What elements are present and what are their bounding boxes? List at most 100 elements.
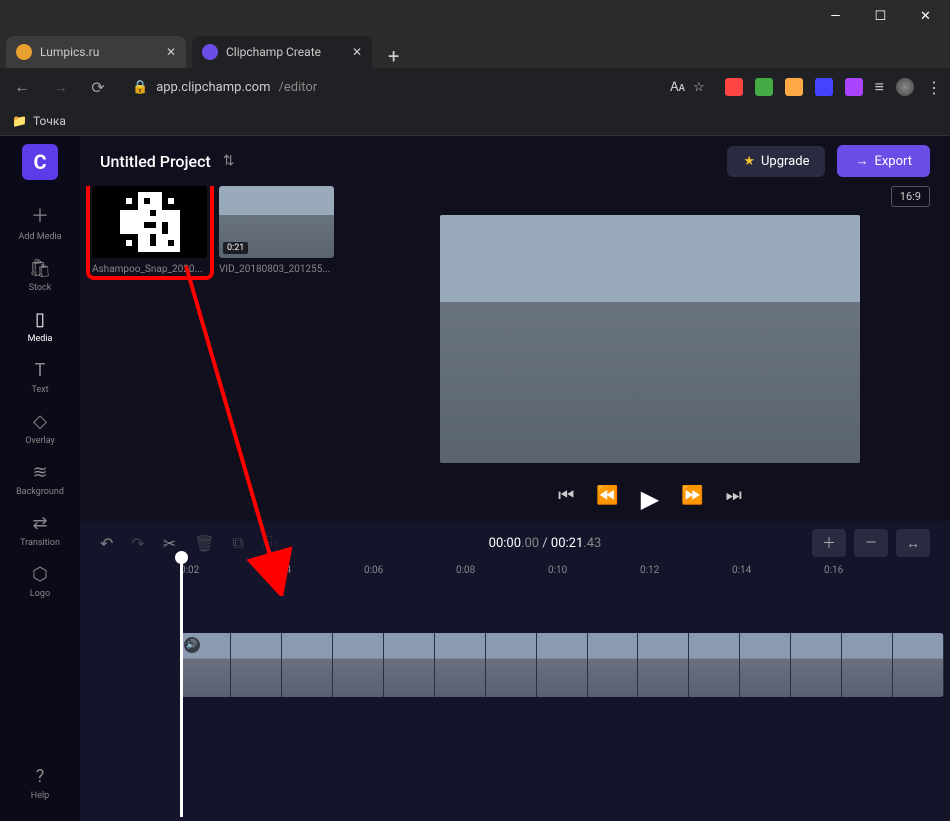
play-button[interactable]: ▶ xyxy=(641,485,659,513)
ruler-tick: 0:04 xyxy=(272,565,364,593)
new-tab-button[interactable]: + xyxy=(380,44,407,68)
shop-icon: 🛍 xyxy=(29,258,52,279)
sidebar-item-text[interactable]: TText xyxy=(5,352,75,403)
extension-icon[interactable] xyxy=(785,78,803,96)
delete-button[interactable]: 🗑 xyxy=(194,534,214,553)
undo-button[interactable]: ↶ xyxy=(100,534,113,553)
forward-button[interactable]: ⏩ xyxy=(681,485,703,513)
url-path: /editor xyxy=(279,80,318,95)
split-button[interactable]: ✂ xyxy=(163,534,176,553)
playback-controls: ⏮ ⏪ ▶ ⏩ ⏭ xyxy=(558,485,742,513)
file-icon: ▯ xyxy=(35,309,45,330)
video-track[interactable]: 🔊 xyxy=(180,633,944,697)
shield-icon: ⬡ xyxy=(32,564,48,585)
top-bar: Untitled Project ⇅ ★Upgrade →Export xyxy=(80,136,950,186)
url-input[interactable]: 🔒 app.clipchamp.com/editor 🗛 ☆ xyxy=(122,73,715,101)
sidebar-item-help[interactable]: ? Help xyxy=(5,758,75,809)
close-window-button[interactable]: ✕ xyxy=(903,0,948,32)
sidebar-item-overlay[interactable]: ◇ Overlay xyxy=(5,403,75,454)
export-button[interactable]: →Export xyxy=(837,145,930,177)
maximize-button[interactable]: ☐ xyxy=(858,0,903,32)
extension-icon[interactable] xyxy=(845,78,863,96)
sidebar-item-add-media[interactable]: ＋ Add Media xyxy=(5,194,75,250)
menu-icon[interactable]: ⋮ xyxy=(926,78,942,97)
rewind-button[interactable]: ⏪ xyxy=(596,485,618,513)
arrow-right-icon: → xyxy=(855,153,868,169)
sidebar-label: Media xyxy=(28,334,53,344)
reader-icon[interactable]: ≡ xyxy=(875,77,884,97)
duplicate-button[interactable]: ⿻ xyxy=(262,531,278,555)
close-tab-icon[interactable]: ✕ xyxy=(352,45,362,59)
audio-icon[interactable]: 🔊 xyxy=(184,637,200,653)
browser-tab[interactable]: Lumpics.ru ✕ xyxy=(6,36,186,68)
reload-button[interactable]: ⟳ xyxy=(84,78,112,97)
ruler-tick: 0:02 xyxy=(180,565,272,593)
forward-button[interactable]: → xyxy=(46,77,74,97)
zoom-out-button[interactable]: — xyxy=(854,529,888,557)
video-preview[interactable] xyxy=(440,215,860,463)
ruler-tick: 0:06 xyxy=(364,565,456,593)
plus-icon: ＋ xyxy=(31,202,49,228)
avatar-icon[interactable] xyxy=(896,78,914,96)
minimize-button[interactable]: — xyxy=(813,0,858,32)
overlay-icon: ◇ xyxy=(33,411,47,432)
sidebar-item-media[interactable]: ▯ Media xyxy=(5,301,75,352)
skip-end-button[interactable]: ⏭ xyxy=(726,485,742,513)
sidebar-item-background[interactable]: ≋Background xyxy=(5,454,75,505)
extension-icon[interactable] xyxy=(755,78,773,96)
transition-icon: ⇄ xyxy=(32,513,47,534)
bookmarks-bar: 📁 Точка xyxy=(0,106,950,136)
lock-icon: 🔒 xyxy=(132,80,148,95)
timeline-toolbar: ↶ ↷ ✂ 🗑 ⧉ ⿻ 00:00.00 / 00:21.43 ＋ — ↔ xyxy=(80,521,950,565)
back-button[interactable]: ← xyxy=(8,77,36,97)
window-titlebar: — ☐ ✕ xyxy=(0,0,950,32)
main-area: Untitled Project ⇅ ★Upgrade →Export Asha… xyxy=(80,136,950,821)
extension-icon[interactable] xyxy=(815,78,833,96)
preview-panel: 16:9 ⏮ ⏪ ▶ ⏩ ⏭ xyxy=(350,186,950,521)
timecode: 00:00.00 / 00:21.43 xyxy=(489,536,602,551)
sidebar-label: Help xyxy=(31,791,49,801)
help-icon: ? xyxy=(36,766,45,787)
url-host: app.clipchamp.com xyxy=(156,80,270,95)
sidebar-label: Text xyxy=(31,385,48,395)
sidebar-label: Background xyxy=(16,487,64,497)
favicon-icon xyxy=(202,44,218,60)
media-thumbnail[interactable]: Ashampoo_Snap_2020... xyxy=(92,186,207,521)
app-logo[interactable]: C xyxy=(22,144,58,180)
sidebar-label: Add Media xyxy=(18,232,61,242)
media-name: Ashampoo_Snap_2020... xyxy=(92,264,207,275)
upgrade-label: Upgrade xyxy=(761,154,809,169)
ruler-tick: 0:10 xyxy=(548,565,640,593)
media-thumbnail[interactable]: 0:21 VID_20180803_201255... xyxy=(219,186,334,521)
sidebar: C ＋ Add Media 🛍 Stock ▯ Media TText ◇ Overla… xyxy=(0,136,80,821)
sidebar-label: Stock xyxy=(29,283,52,293)
translate-icon[interactable]: 🗛 xyxy=(670,80,685,95)
project-title[interactable]: Untitled Project xyxy=(100,152,211,171)
redo-button[interactable]: ↷ xyxy=(131,534,144,553)
close-tab-icon[interactable]: ✕ xyxy=(166,45,176,59)
aspect-ratio-button[interactable]: 16:9 xyxy=(891,186,930,207)
star-icon[interactable]: ☆ xyxy=(693,80,705,95)
zoom-fit-button[interactable]: ↔ xyxy=(896,529,930,557)
extension-icon[interactable] xyxy=(725,78,743,96)
zoom-in-button[interactable]: ＋ xyxy=(812,529,846,557)
skip-start-button[interactable]: ⏮ xyxy=(558,485,574,513)
favicon-icon xyxy=(16,44,32,60)
sidebar-label: Transition xyxy=(20,538,60,548)
media-name: VID_20180803_201255... xyxy=(219,264,334,275)
sidebar-label: Overlay xyxy=(25,436,55,446)
sidebar-item-stock[interactable]: 🛍 Stock xyxy=(5,250,75,301)
timeline-ruler[interactable]: 0:02 0:04 0:06 0:08 0:10 0:12 0:14 0:16 xyxy=(80,565,950,593)
ruler-tick: 0:14 xyxy=(732,565,824,593)
bookmark-folder[interactable]: Точка xyxy=(33,114,66,128)
browser-tab-active[interactable]: Clipchamp Create ✕ xyxy=(192,36,372,68)
sidebar-item-transition[interactable]: ⇄ Transition xyxy=(5,505,75,556)
folder-icon: 📁 xyxy=(12,114,27,128)
copy-button[interactable]: ⧉ xyxy=(233,533,244,553)
media-panel: Ashampoo_Snap_2020... 0:21 VID_20180803_… xyxy=(80,186,350,521)
playhead[interactable] xyxy=(180,557,183,817)
sidebar-label: Logo xyxy=(30,589,50,599)
sidebar-item-logo[interactable]: ⬡ Logo xyxy=(5,556,75,607)
upgrade-button[interactable]: ★Upgrade xyxy=(727,146,825,177)
qr-code-icon xyxy=(92,186,207,258)
